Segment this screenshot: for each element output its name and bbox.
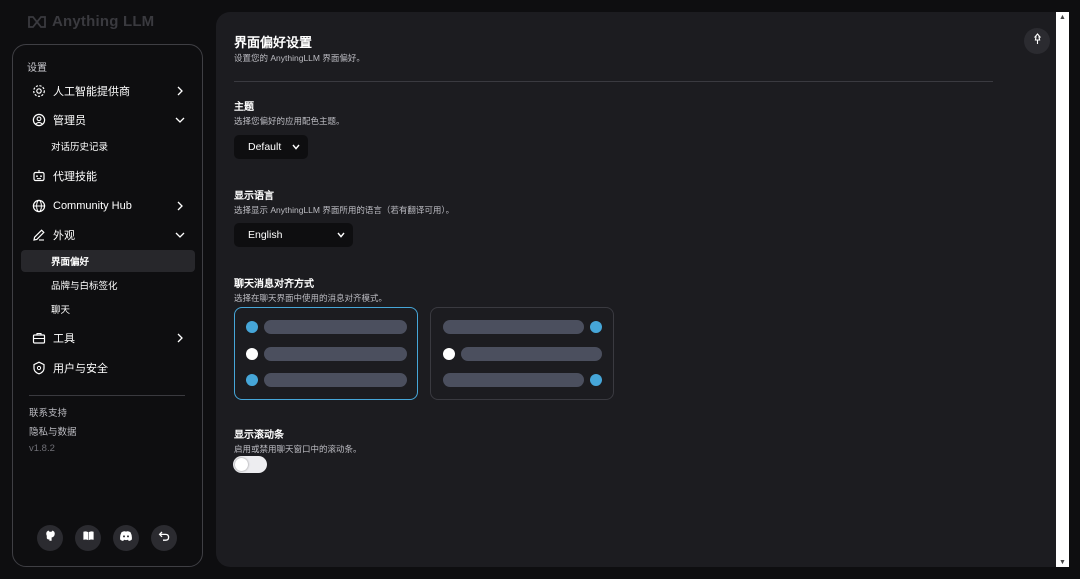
page-title: 界面偏好设置 <box>234 35 313 50</box>
brand-name: Anything LLM <box>52 13 155 30</box>
discord-icon <box>119 529 133 547</box>
contact-support-link[interactable]: 联系支持 <box>29 405 67 419</box>
github-button[interactable] <box>37 525 63 551</box>
chevron-right-icon <box>173 331 187 345</box>
alignment-option-left[interactable] <box>234 307 418 400</box>
sidebar-item-label: 外观 <box>53 230 75 242</box>
sidebar-item-label: 管理员 <box>53 115 86 127</box>
scrollbar-toggle[interactable] <box>233 456 267 473</box>
sidebar-divider <box>29 395 185 396</box>
chevron-right-icon <box>173 84 187 98</box>
theme-description: 选择您偏好的应用配色主题。 <box>234 116 345 126</box>
page-scrollbar[interactable]: ▲ ▼ <box>1056 12 1069 567</box>
language-select[interactable]: English <box>234 223 353 247</box>
avatar-dot <box>246 321 258 333</box>
sidebar-item-label: 工具 <box>53 333 75 345</box>
pin-button[interactable] <box>1024 28 1050 54</box>
sidebar-subitem-branding[interactable]: 品牌与白标签化 <box>21 274 195 296</box>
globe-icon <box>31 198 47 214</box>
avatar-dot <box>590 321 602 333</box>
main-panel: 界面偏好设置 设置您的 AnythingLLM 界面偏好。 主题 选择您偏好的应… <box>216 12 1068 567</box>
app-version: v1.8.2 <box>29 443 55 454</box>
preview-row <box>431 373 613 387</box>
scrollbar-title: 显示滚动条 <box>234 430 284 441</box>
message-bar <box>443 373 584 387</box>
pencil-icon <box>31 227 47 243</box>
sidebar-item-label: Community Hub <box>53 200 132 212</box>
chevron-down-icon <box>173 113 187 127</box>
preview-row <box>235 320 417 334</box>
chevron-right-icon <box>173 199 187 213</box>
preview-row <box>235 347 417 361</box>
preview-row <box>235 373 417 387</box>
logo-mark-icon <box>28 15 46 28</box>
shield-icon <box>31 360 47 376</box>
sidebar-item-appearance[interactable]: 外观 <box>21 223 195 247</box>
gear-icon <box>31 83 47 99</box>
sidebar-item-users-security[interactable]: 用户与安全 <box>21 356 195 380</box>
avatar-dot <box>246 348 258 360</box>
language-select-value: English <box>248 229 283 241</box>
sidebar-item-ai-providers[interactable]: 人工智能提供商 <box>21 79 195 103</box>
header-divider <box>234 81 993 82</box>
app-window: Anything LLM 设置 人工智能提供商 管理员 对话历史记录 代理技能 … <box>0 0 1080 579</box>
robot-icon <box>31 168 47 184</box>
theme-select[interactable]: Default <box>234 135 308 159</box>
language-title: 显示语言 <box>234 191 274 202</box>
privacy-data-link[interactable]: 隐私与数据 <box>29 424 77 438</box>
avatar-dot <box>246 374 258 386</box>
chevron-down-icon <box>292 143 300 152</box>
avatar-dot <box>590 374 602 386</box>
language-description: 选择显示 AnythingLLM 界面所用的语言（若有翻译可用）。 <box>234 205 455 215</box>
brand-logo: Anything LLM <box>28 13 154 30</box>
sidebar-subitem-chat[interactable]: 聊天 <box>21 298 195 320</box>
sidebar-bottom-actions <box>37 525 177 551</box>
toolbox-icon <box>31 330 47 346</box>
sidebar-item-label: 用户与安全 <box>53 363 108 375</box>
toggle-knob <box>235 458 248 471</box>
back-arrow-icon <box>158 529 170 547</box>
scroll-down-icon[interactable]: ▼ <box>1056 557 1069 567</box>
sidebar-item-agent-skills[interactable]: 代理技能 <box>21 164 195 188</box>
settings-sidebar: 设置 人工智能提供商 管理员 对话历史记录 代理技能 Community Hub… <box>12 44 203 567</box>
scrollbar-description: 启用或禁用聊天窗口中的滚动条。 <box>234 444 362 454</box>
theme-title: 主题 <box>234 102 254 113</box>
alignment-description: 选择在聊天界面中使用的消息对齐模式。 <box>234 293 388 303</box>
book-icon <box>82 529 95 547</box>
back-button[interactable] <box>151 525 177 551</box>
sidebar-item-admin[interactable]: 管理员 <box>21 108 195 132</box>
chevron-down-icon <box>337 231 345 240</box>
alignment-option-right[interactable] <box>430 307 614 400</box>
github-icon <box>44 529 57 547</box>
sidebar-subitem-interface-preferences[interactable]: 界面偏好 <box>21 250 195 272</box>
alignment-title: 聊天消息对齐方式 <box>234 279 314 290</box>
theme-select-value: Default <box>248 141 282 153</box>
avatar-dot <box>443 348 455 360</box>
chevron-down-icon <box>173 228 187 242</box>
message-bar <box>264 373 407 387</box>
message-bar <box>264 347 407 361</box>
preview-row <box>431 320 613 334</box>
sidebar-section-title: 设置 <box>27 63 47 74</box>
sidebar-item-label: 代理技能 <box>53 171 97 183</box>
message-bar <box>264 320 407 334</box>
message-bar <box>443 320 584 334</box>
message-bar <box>461 347 602 361</box>
user-gear-icon <box>31 112 47 128</box>
pin-icon <box>1032 32 1043 50</box>
docs-button[interactable] <box>75 525 101 551</box>
sidebar-item-community-hub[interactable]: Community Hub <box>21 194 195 218</box>
discord-button[interactable] <box>113 525 139 551</box>
page-subtitle: 设置您的 AnythingLLM 界面偏好。 <box>234 53 365 63</box>
sidebar-item-label: 人工智能提供商 <box>53 86 130 98</box>
preview-row <box>431 347 613 361</box>
sidebar-item-tools[interactable]: 工具 <box>21 326 195 350</box>
scroll-up-icon[interactable]: ▲ <box>1056 12 1069 22</box>
sidebar-subitem-chat-history[interactable]: 对话历史记录 <box>21 135 195 157</box>
